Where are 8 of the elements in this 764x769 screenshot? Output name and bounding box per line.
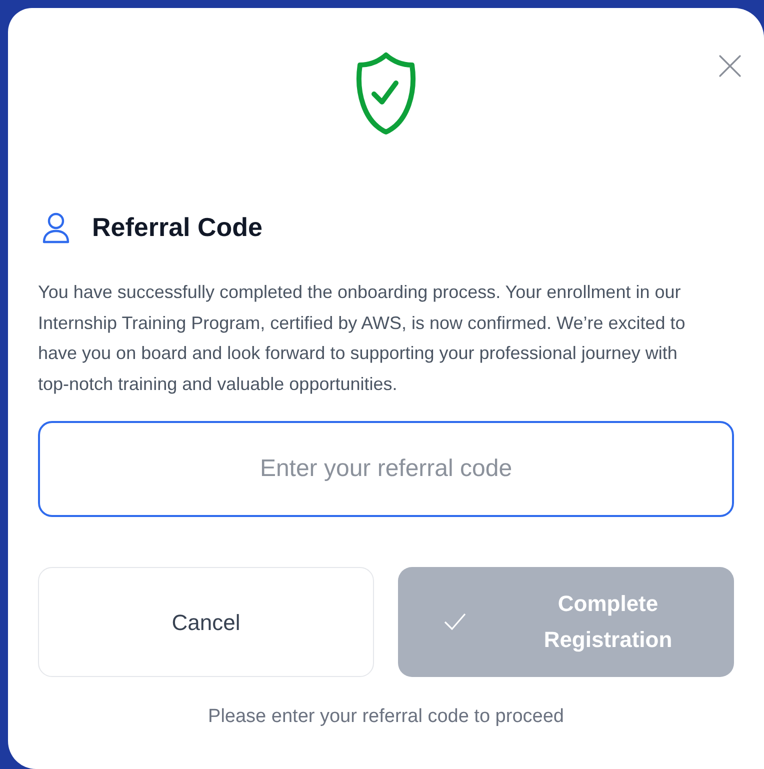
onboarding-message: You have successfully completed the onboarding process. Your enrollment in our Internship Training Program, certified by AWS, is now confirmed. We’re excited to have you on board and look forward to supporting your professional journey with top-notch training and valuable opportunities.: [38, 281, 686, 396]
checkmark-icon: [444, 613, 466, 631]
dialog-title: Referral Code: [92, 211, 262, 244]
cancel-button[interactable]: Cancel: [38, 567, 374, 677]
user-icon: [42, 212, 70, 244]
close-icon: [718, 54, 742, 78]
referral-code-input[interactable]: Enter your referral code: [38, 421, 734, 517]
hint-text: Please enter your referral code to proceed: [207, 705, 565, 729]
